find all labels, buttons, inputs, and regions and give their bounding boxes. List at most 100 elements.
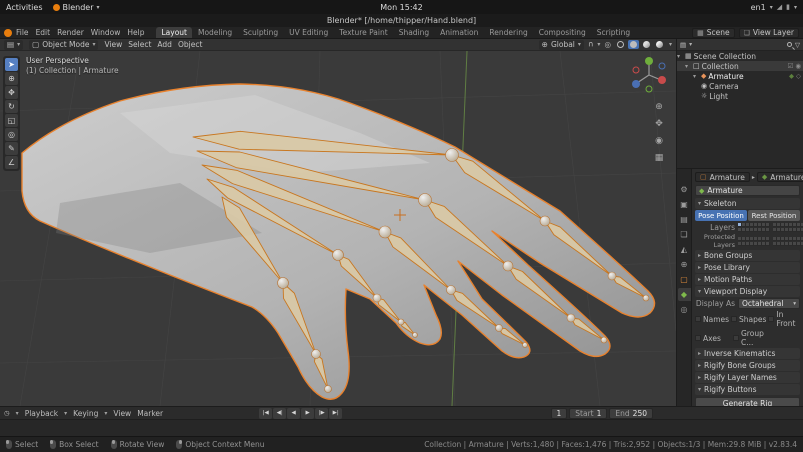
axis-z-neg-ball[interactable]	[659, 63, 665, 69]
menu-select[interactable]: Select	[128, 40, 151, 49]
next-keyframe-button[interactable]: |▶	[315, 408, 328, 419]
jump-to-start-button[interactable]: |◀	[259, 408, 272, 419]
tab-modeling[interactable]: Modeling	[193, 27, 237, 38]
outliner-row-armature[interactable]: ▾ ◆ Armature ◆◇	[677, 71, 803, 81]
panel-motion-paths[interactable]: ▸Motion Paths	[695, 274, 800, 285]
menu-render[interactable]: Render	[57, 28, 84, 37]
snap-magnet-icon[interactable]: ∪	[588, 40, 594, 49]
axis-y-ball[interactable]	[645, 57, 653, 65]
timeline-strip[interactable]	[0, 420, 803, 436]
tab-layout[interactable]: Layout	[156, 27, 192, 38]
axis-x-ball[interactable]	[658, 76, 666, 84]
panel-skeleton[interactable]: ▾ Skeleton	[695, 198, 800, 209]
menu-edit[interactable]: Edit	[36, 28, 51, 37]
shading-wireframe-button[interactable]	[615, 40, 626, 49]
tab-texture-paint[interactable]: Texture Paint	[334, 27, 392, 38]
tool-select-box[interactable]: ➤	[5, 58, 18, 71]
panel-rigify-buttons[interactable]: ▾Rigify Buttons	[695, 384, 800, 395]
window-titlebar[interactable]: Blender* [/home/thipper/Hand.blend]	[0, 14, 803, 27]
tab-world[interactable]: ⊕	[678, 258, 691, 271]
tab-animation[interactable]: Animation	[435, 27, 483, 38]
camera-view-icon[interactable]: ◉	[653, 135, 665, 147]
view-layer-selector[interactable]: ❏ View Layer	[739, 28, 799, 38]
jump-to-end-button[interactable]: ▶|	[329, 408, 342, 419]
pose-position-button[interactable]: Pose Position	[695, 210, 747, 221]
mode-selector[interactable]: ▢ Object Mode ▾	[29, 40, 98, 50]
tab-object[interactable]: ▢	[678, 273, 691, 286]
shading-rendered-button[interactable]	[654, 40, 665, 49]
panel-bone-groups[interactable]: ▸Bone Groups	[695, 250, 800, 261]
rest-position-button[interactable]: Rest Position	[748, 210, 800, 221]
menu-add[interactable]: Add	[157, 40, 172, 49]
transform-orientation-selector[interactable]: ⊕ Global ▾	[539, 40, 584, 50]
render-visibility-icon[interactable]: ◉	[795, 62, 801, 70]
play-reverse-button[interactable]: ◀	[287, 408, 300, 419]
expand-arrow-icon[interactable]: ▾	[685, 63, 691, 70]
shading-solid-button[interactable]	[628, 40, 639, 49]
menu-view[interactable]: View	[113, 409, 131, 418]
tool-scale[interactable]: ◱	[5, 114, 18, 127]
zoom-icon[interactable]: ⊕	[653, 101, 665, 113]
tab-render[interactable]: ▣	[678, 198, 691, 211]
tool-annotate[interactable]: ✎	[5, 142, 18, 155]
outliner-row-collection[interactable]: ▾ □ Collection ☑◉	[677, 61, 803, 71]
menu-keying[interactable]: Keying	[73, 409, 98, 418]
panel-inverse-kinematics[interactable]: ▸Inverse Kinematics	[695, 348, 800, 359]
tab-rendering[interactable]: Rendering	[484, 27, 532, 38]
tool-cursor[interactable]: ⊕	[5, 72, 18, 85]
tab-scene[interactable]: ◭	[678, 243, 691, 256]
outliner-row-scene-collection[interactable]: ▾ ▦ Scene Collection	[677, 51, 803, 61]
group-colors-checkbox[interactable]: Group C...	[733, 329, 769, 347]
checkbox-icon[interactable]: ☑	[788, 62, 794, 70]
tab-shading[interactable]: Shading	[394, 27, 434, 38]
in-front-checkbox[interactable]: In Front	[768, 310, 800, 328]
filter-icon[interactable]: ▽	[795, 41, 800, 49]
frame-end-field[interactable]: End250	[609, 408, 653, 419]
tab-view-layer[interactable]: ❏	[678, 228, 691, 241]
tab-uv-editing[interactable]: UV Editing	[284, 27, 333, 38]
menu-object[interactable]: Object	[178, 40, 202, 49]
breadcrumb-object[interactable]: ▢ Armature	[695, 172, 750, 182]
tab-output[interactable]: ▤	[678, 213, 691, 226]
menu-view[interactable]: View	[104, 40, 122, 49]
timeline-editor-icon[interactable]: ◷	[4, 409, 10, 417]
current-frame-field[interactable]: 1	[551, 408, 568, 419]
layers-grid[interactable]	[738, 223, 803, 232]
shading-dropdown[interactable]: ▾	[669, 41, 672, 48]
menu-help[interactable]: Help	[127, 28, 144, 37]
names-checkbox[interactable]: Names	[695, 310, 729, 328]
tool-transform[interactable]: ◎	[5, 128, 18, 141]
axes-checkbox[interactable]: Axes	[695, 329, 731, 347]
keyboard-layout-indicator[interactable]: en1	[751, 3, 766, 12]
protected-layers-grid[interactable]	[738, 237, 803, 246]
shading-material-button[interactable]	[641, 40, 652, 49]
activities-button[interactable]: Activities	[6, 3, 43, 12]
tab-sculpting[interactable]: Sculpting	[238, 27, 283, 38]
menu-marker[interactable]: Marker	[137, 409, 163, 418]
pan-hand-icon[interactable]: ✥	[653, 118, 665, 130]
outliner-row-light[interactable]: ☼ Light	[677, 91, 803, 101]
tool-measure[interactable]: ∠	[5, 156, 18, 169]
shapes-checkbox[interactable]: Shapes	[731, 310, 766, 328]
expand-arrow-icon[interactable]: ▾	[693, 73, 699, 80]
proportional-editing-icon[interactable]: ◎	[604, 40, 611, 49]
viewport-3d-scene[interactable]	[0, 51, 676, 406]
menu-window[interactable]: Window	[91, 28, 121, 37]
system-tray[interactable]: en1 ▾ ◢ ▮ ▾	[751, 3, 797, 12]
app-menu-button[interactable]: Blender ▾	[53, 3, 100, 12]
axis-y-neg-ball[interactable]	[646, 86, 652, 92]
navigation-gizmo[interactable]	[628, 54, 670, 98]
axis-x-neg-ball[interactable]	[633, 67, 639, 73]
perspective-toggle-icon[interactable]: ▦	[653, 152, 665, 164]
tab-object-data[interactable]: ◆	[678, 288, 691, 301]
menu-playback[interactable]: Playback	[25, 409, 58, 418]
expand-arrow-icon[interactable]: ▾	[677, 53, 683, 60]
panel-rigify-layer-names[interactable]: ▸Rigify Layer Names	[695, 372, 800, 383]
prev-keyframe-button[interactable]: ◀|	[273, 408, 286, 419]
editor-type-button[interactable]: ▤▾	[4, 40, 23, 50]
outliner-row-camera[interactable]: ◉ Camera	[677, 81, 803, 91]
clock[interactable]: Mon 15:42	[0, 3, 803, 12]
axis-z-ball[interactable]	[632, 80, 640, 88]
viewport-3d[interactable]: ▤▾ ▢ Object Mode ▾ View Select Add Objec…	[0, 39, 676, 406]
panel-viewport-display[interactable]: ▾Viewport Display	[695, 286, 800, 297]
